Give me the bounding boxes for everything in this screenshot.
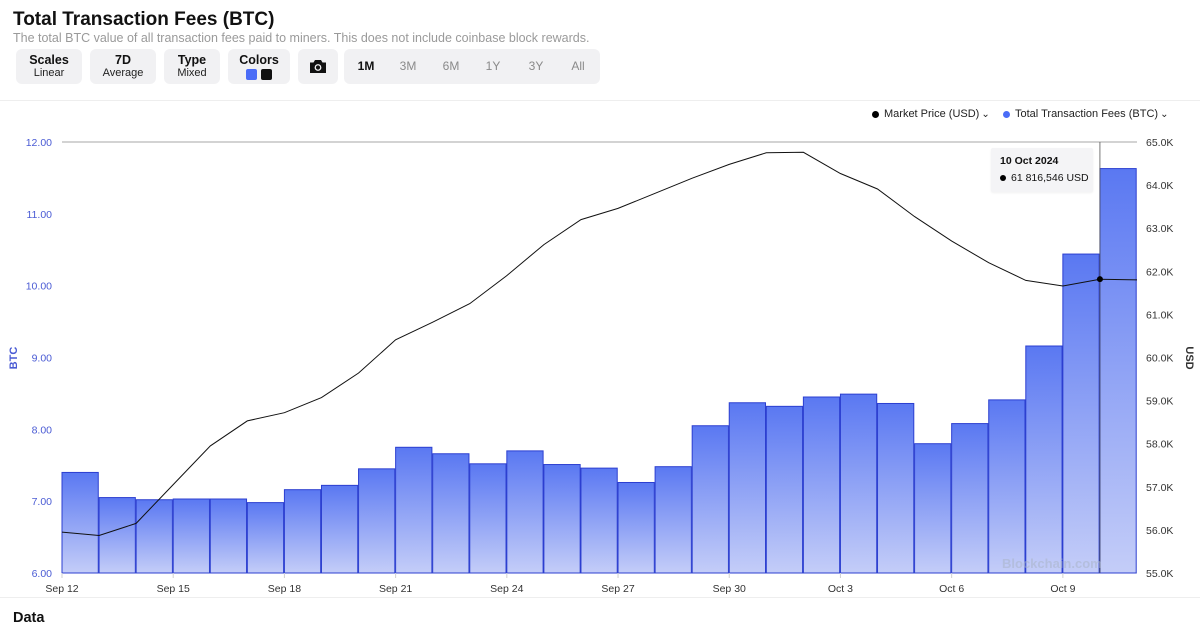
fee-bar [1025, 345, 1063, 574]
tooltip-value-row: 61 816,546 USD [1000, 172, 1089, 184]
y-right-tick-label: 64.0K [1146, 180, 1173, 192]
fee-bar [246, 502, 285, 574]
fee-bar [951, 423, 989, 574]
fee-bar [765, 405, 804, 574]
x-tick-label: Oct 9 [1050, 583, 1075, 595]
y-left-tick-label: 6.00 [32, 568, 53, 580]
y-left-axis-title: BTC [8, 347, 20, 370]
y-left-tick-label: 12.00 [26, 137, 52, 149]
x-tick-label: Sep 27 [601, 583, 634, 595]
fee-bar [691, 425, 729, 574]
fee-bar [580, 467, 618, 574]
x-tick-label: Oct 6 [939, 583, 964, 595]
fee-bar [654, 466, 692, 574]
y-right-tick-label: 58.0K [1146, 439, 1173, 451]
y-right-tick-label: 59.0K [1146, 396, 1173, 408]
y-left-tick-label: 9.00 [32, 353, 53, 365]
y-left-tick-label: 10.00 [26, 281, 52, 293]
fee-bars [61, 168, 1137, 574]
y-right-tick-label: 57.0K [1146, 482, 1173, 494]
chart-tooltip: 10 Oct 2024 61 816,546 USD [991, 148, 1093, 192]
fee-bar [61, 471, 99, 574]
tooltip-dot [1000, 175, 1006, 181]
watermark: Blockchain.com [1002, 556, 1102, 571]
fee-bar [506, 450, 544, 574]
fee-bar [395, 446, 433, 574]
y-right-tick-label: 55.0K [1146, 568, 1173, 580]
fee-bar [172, 498, 210, 574]
y-right-tick-label: 61.0K [1146, 309, 1173, 321]
data-section-heading: Data [13, 610, 45, 626]
x-tick-label: Sep 24 [490, 583, 523, 595]
x-tick-label: Sep 18 [268, 583, 301, 595]
x-tick-label: Sep 15 [157, 583, 190, 595]
fee-bar [728, 402, 767, 574]
fee-bar [914, 443, 952, 574]
fee-bar [617, 481, 655, 574]
y-right-tick-label: 63.0K [1146, 223, 1173, 235]
fee-bar [802, 396, 841, 574]
x-tick-label: Sep 12 [45, 583, 78, 595]
tooltip-value: 61 816,546 USD [1011, 172, 1089, 184]
fee-bar [839, 393, 878, 574]
x-tick-label: Sep 30 [713, 583, 746, 595]
tooltip-date: 10 Oct 2024 [1000, 155, 1059, 167]
fee-bar [543, 464, 581, 574]
fee-bar [98, 497, 136, 574]
y-right-tick-label: 62.0K [1146, 266, 1173, 278]
y-right-tick-label: 56.0K [1146, 525, 1173, 537]
x-tick-label: Sep 21 [379, 583, 412, 595]
fee-bar [988, 399, 1026, 574]
fee-bar [209, 498, 248, 574]
cursor-point [1096, 276, 1103, 283]
fee-bar [1062, 253, 1100, 574]
fee-bar [283, 489, 322, 574]
y-right-tick-label: 60.0K [1146, 353, 1173, 365]
y-left-tick-label: 7.00 [32, 496, 53, 508]
y-right-axis-title: USD [1183, 346, 1195, 369]
fee-bar [358, 468, 396, 574]
fee-bar [432, 453, 470, 574]
footer-divider [0, 597, 1200, 598]
y-right-tick-label: 65.0K [1146, 137, 1173, 149]
fee-bar [320, 484, 359, 574]
fee-bar [1099, 168, 1137, 574]
fee-bar [877, 402, 915, 574]
y-left-tick-label: 11.00 [27, 209, 53, 221]
fee-bar [469, 463, 507, 574]
fees-chart[interactable]: 6.00 7.00 8.00 9.00 10.00 11.00 12.00 55.0K 56.0… [0, 0, 1200, 600]
x-tick-label: Oct 3 [828, 583, 853, 595]
fee-bar [135, 499, 173, 574]
y-left-tick-label: 8.00 [32, 424, 53, 436]
